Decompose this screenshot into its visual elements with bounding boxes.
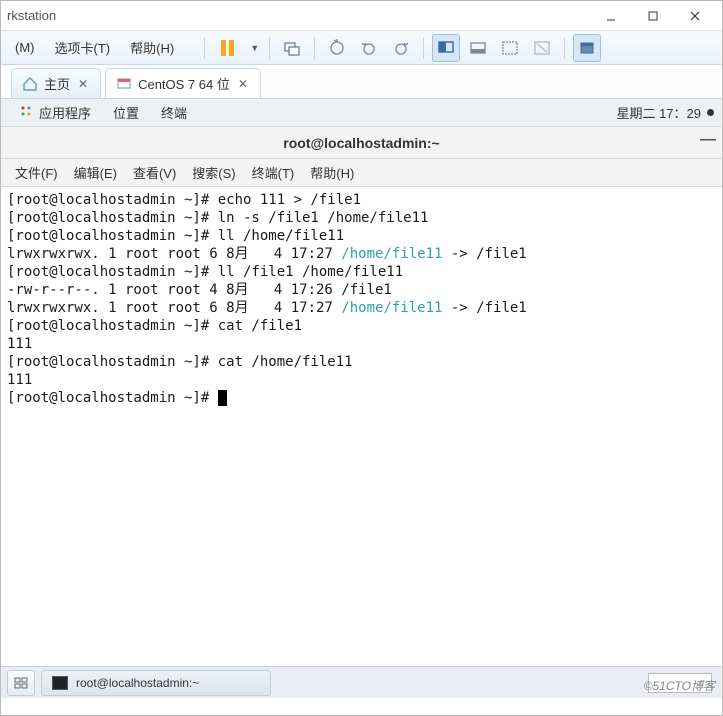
status-dot-icon <box>707 109 714 116</box>
menu-help[interactable]: 帮助(H) <box>122 34 182 61</box>
pause-dropdown[interactable]: ▼ <box>245 34 261 62</box>
terminal-minimize-icon[interactable]: — <box>700 131 716 149</box>
menu-m[interactable]: (M) <box>7 36 43 59</box>
unity-button[interactable] <box>528 34 556 62</box>
watermark: ©51CTO博客 <box>644 677 715 694</box>
menu-tabs[interactable]: 选项卡(T) <box>47 34 119 61</box>
apps-icon <box>19 104 33 121</box>
home-icon <box>22 76 38 92</box>
terminal-icon <box>52 676 68 690</box>
maximize-button[interactable] <box>632 2 674 30</box>
guest-applications[interactable]: 应用程序 <box>9 100 101 125</box>
tab-vm-close[interactable]: ✕ <box>236 77 250 91</box>
close-button[interactable] <box>674 2 716 30</box>
guest-top-bar: 应用程序 位置 终端 星期二 17：29 <box>1 99 722 127</box>
guest-terminal-app[interactable]: 终端 <box>151 100 197 125</box>
terminal-window-title: root@localhostadmin:~ — <box>1 127 722 159</box>
host-title: rkstation <box>7 8 590 23</box>
library-button[interactable] <box>573 34 601 62</box>
term-menu-search[interactable]: 搜索(S) <box>186 161 241 184</box>
revert-snapshot-button[interactable] <box>355 34 383 62</box>
term-menu-file[interactable]: 文件(F) <box>9 161 64 184</box>
show-desktop-button[interactable] <box>7 670 35 696</box>
guest-taskbar: root@localhostadmin:~ <box>1 666 722 698</box>
tab-vm-label: CentOS 7 64 位 <box>138 74 230 93</box>
tab-home-close[interactable]: ✕ <box>76 77 90 91</box>
minimize-button[interactable] <box>590 2 632 30</box>
term-menu-view[interactable]: 查看(V) <box>127 161 182 184</box>
term-menu-terminal[interactable]: 终端(T) <box>246 161 301 184</box>
term-menu-edit[interactable]: 编辑(E) <box>68 161 123 184</box>
guest-places[interactable]: 位置 <box>103 100 149 125</box>
send-key-button[interactable] <box>278 34 306 62</box>
vm-icon <box>116 76 132 92</box>
terminal-menubar: 文件(F) 编辑(E) 查看(V) 搜索(S) 终端(T) 帮助(H) <box>1 159 722 187</box>
tab-home[interactable]: 主页 ✕ <box>11 68 101 98</box>
tabstrip: 主页 ✕ CentOS 7 64 位 ✕ <box>1 65 722 99</box>
term-menu-help[interactable]: 帮助(H) <box>304 161 360 184</box>
host-menubar: (M) 选项卡(T) 帮助(H) ▼ <box>1 31 722 65</box>
task-terminal[interactable]: root@localhostadmin:~ <box>41 670 271 696</box>
tab-vm[interactable]: CentOS 7 64 位 ✕ <box>105 68 261 98</box>
snapshot-button[interactable] <box>323 34 351 62</box>
tab-home-label: 主页 <box>44 74 70 93</box>
terminal-output[interactable]: [root@localhostadmin ~]# echo 111 > /fil… <box>1 187 722 587</box>
view-single-button[interactable] <box>464 34 492 62</box>
fullscreen-button[interactable] <box>496 34 524 62</box>
host-titlebar: rkstation <box>1 1 722 31</box>
pause-button[interactable] <box>213 34 241 62</box>
guest-clock[interactable]: 星期二 17：29 <box>616 103 701 122</box>
manage-snapshot-button[interactable] <box>387 34 415 62</box>
view-console-button[interactable] <box>432 34 460 62</box>
task-terminal-label: root@localhostadmin:~ <box>76 676 199 690</box>
